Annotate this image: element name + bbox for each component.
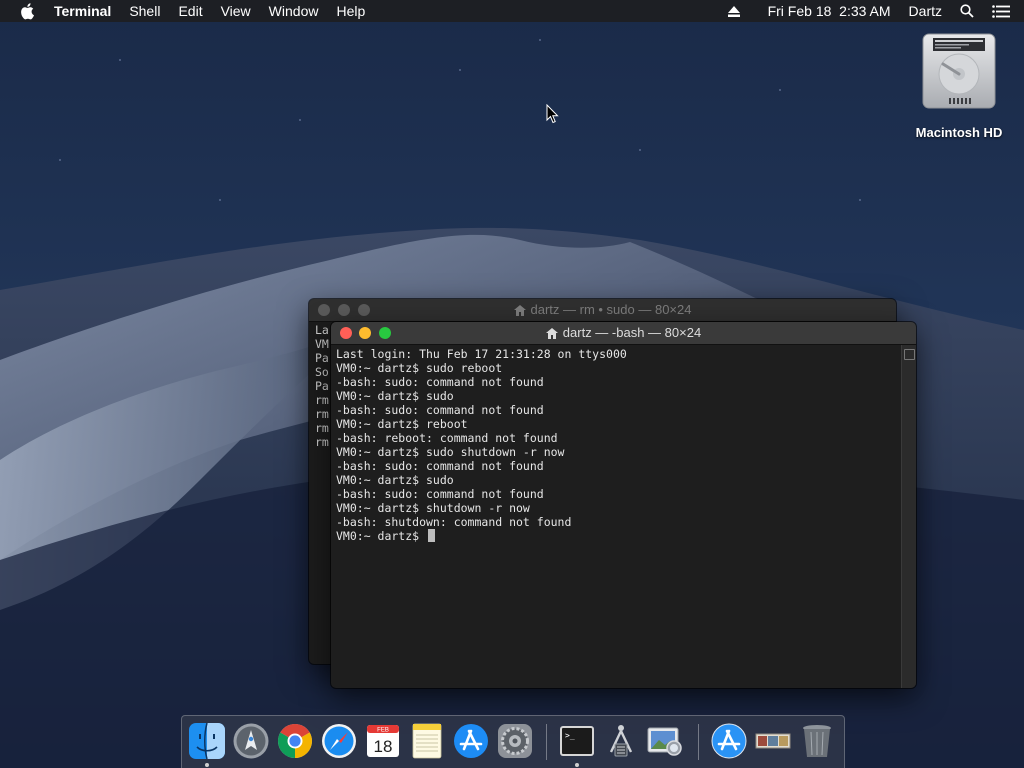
window-titlebar[interactable]: dartz — -bash — 80×24 bbox=[331, 322, 916, 345]
apple-menu-icon[interactable] bbox=[20, 2, 36, 20]
calendar-month: FEB bbox=[377, 728, 389, 734]
running-indicator bbox=[575, 763, 579, 767]
terminal-line-fragment: So bbox=[315, 365, 329, 379]
dock: FEB 18 >_ bbox=[181, 715, 845, 768]
eject-icon[interactable] bbox=[727, 5, 740, 17]
terminal-line: VM0:~ dartz$ sudo shutdown -r now bbox=[336, 445, 565, 459]
terminal-line: -bash: sudo: command not found bbox=[336, 403, 544, 417]
notes-icon[interactable] bbox=[408, 722, 446, 760]
terminal-line: VM0:~ dartz$ sudo bbox=[336, 473, 454, 487]
home-folder-icon bbox=[545, 328, 558, 339]
menu-clock[interactable]: Fri Feb 18 2:33 AM bbox=[768, 0, 891, 22]
running-indicator bbox=[205, 763, 209, 767]
terminal-line: -bash: sudo: command not found bbox=[336, 459, 544, 473]
menu-edit[interactable]: Edit bbox=[178, 0, 202, 22]
menu-window[interactable]: Window bbox=[269, 0, 319, 22]
scrollbar-grip[interactable] bbox=[904, 349, 915, 360]
terminal-line: VM0:~ dartz$ shutdown -r now bbox=[336, 501, 530, 515]
notification-center-icon[interactable] bbox=[992, 4, 1010, 18]
scrollbar[interactable] bbox=[901, 345, 916, 688]
menu-view[interactable]: View bbox=[221, 0, 251, 22]
terminal-line: VM0:~ dartz$ sudo reboot bbox=[336, 361, 503, 375]
terminal-output[interactable]: Last login: Thu Feb 17 21:31:28 on ttys0… bbox=[336, 347, 627, 543]
terminal-line: -bash: sudo: command not found bbox=[336, 375, 544, 389]
terminal-line: VM0:~ dartz$ sudo bbox=[336, 389, 454, 403]
menu-user[interactable]: Dartz bbox=[909, 0, 942, 22]
terminal-line-fragment: La bbox=[315, 323, 329, 337]
text-cursor bbox=[428, 529, 436, 542]
mouse-pointer-icon bbox=[546, 104, 559, 124]
terminal-line-fragment: Pa bbox=[315, 351, 329, 365]
system-preferences-icon[interactable] bbox=[496, 722, 534, 760]
app-store-icon[interactable] bbox=[452, 722, 490, 760]
menu-shell[interactable]: Shell bbox=[129, 0, 160, 22]
terminal-window[interactable]: dartz — -bash — 80×24 Last login: Thu Fe… bbox=[331, 322, 916, 688]
finder-icon[interactable] bbox=[188, 722, 226, 760]
terminal-line: -bash: shutdown: command not found bbox=[336, 515, 572, 529]
terminal-line-fragment: rm bbox=[315, 407, 329, 421]
menu-help[interactable]: Help bbox=[336, 0, 365, 22]
terminal-line: -bash: reboot: command not found bbox=[336, 431, 558, 445]
terminal-line-fragment: rm bbox=[315, 421, 329, 435]
terminal-prompt-line[interactable]: VM0:~ dartz$ bbox=[336, 529, 627, 543]
terminal-icon[interactable]: >_ bbox=[558, 722, 596, 760]
safari-icon[interactable] bbox=[320, 722, 358, 760]
menu-bar: Terminal Shell Edit View Window Help Fri… bbox=[0, 0, 1024, 22]
chrome-icon[interactable] bbox=[276, 722, 314, 760]
dock-separator bbox=[698, 724, 699, 760]
desktop-icon-label: Macintosh HD bbox=[915, 125, 1003, 140]
terminal-line-fragment: rm bbox=[315, 435, 329, 449]
terminal-line-fragment: VM bbox=[315, 337, 329, 351]
terminal-line-fragment: Pa bbox=[315, 379, 329, 393]
desktop-icon-macintosh-hd[interactable]: Macintosh HD bbox=[906, 30, 1012, 142]
hard-drive-icon bbox=[922, 33, 996, 109]
terminal-output-background: La VM Pa So Pa rm rm rm rm bbox=[315, 323, 329, 449]
app-store-downloads-icon[interactable] bbox=[710, 722, 748, 760]
desktop: Terminal Shell Edit View Window Help Fri… bbox=[0, 0, 1024, 768]
photos-stack-icon[interactable] bbox=[754, 722, 792, 760]
menu-app-name[interactable]: Terminal bbox=[54, 0, 111, 22]
launchpad-icon[interactable] bbox=[232, 722, 270, 760]
spotlight-search-icon[interactable] bbox=[960, 4, 974, 18]
home-folder-icon bbox=[513, 305, 526, 316]
calendar-icon[interactable]: FEB 18 bbox=[364, 722, 402, 760]
terminal-prompt: VM0:~ dartz$ bbox=[336, 529, 427, 543]
calendar-day: 18 bbox=[374, 737, 393, 756]
dock-separator bbox=[546, 724, 547, 760]
terminal-line: -bash: sudo: command not found bbox=[336, 487, 544, 501]
window-title: dartz — -bash — 80×24 bbox=[562, 325, 702, 340]
svg-text:>_: >_ bbox=[565, 731, 575, 740]
trash-icon[interactable] bbox=[798, 722, 836, 760]
terminal-line: VM0:~ dartz$ reboot bbox=[336, 417, 468, 431]
window-titlebar[interactable]: dartz — rm • sudo — 80×24 bbox=[309, 299, 896, 322]
window-title: dartz — rm • sudo — 80×24 bbox=[530, 302, 692, 317]
directory-utility-icon[interactable] bbox=[602, 722, 640, 760]
preview-icon[interactable] bbox=[646, 722, 684, 760]
terminal-line: Last login: Thu Feb 17 21:31:28 on ttys0… bbox=[336, 347, 627, 361]
terminal-line-fragment: rm bbox=[315, 393, 329, 407]
